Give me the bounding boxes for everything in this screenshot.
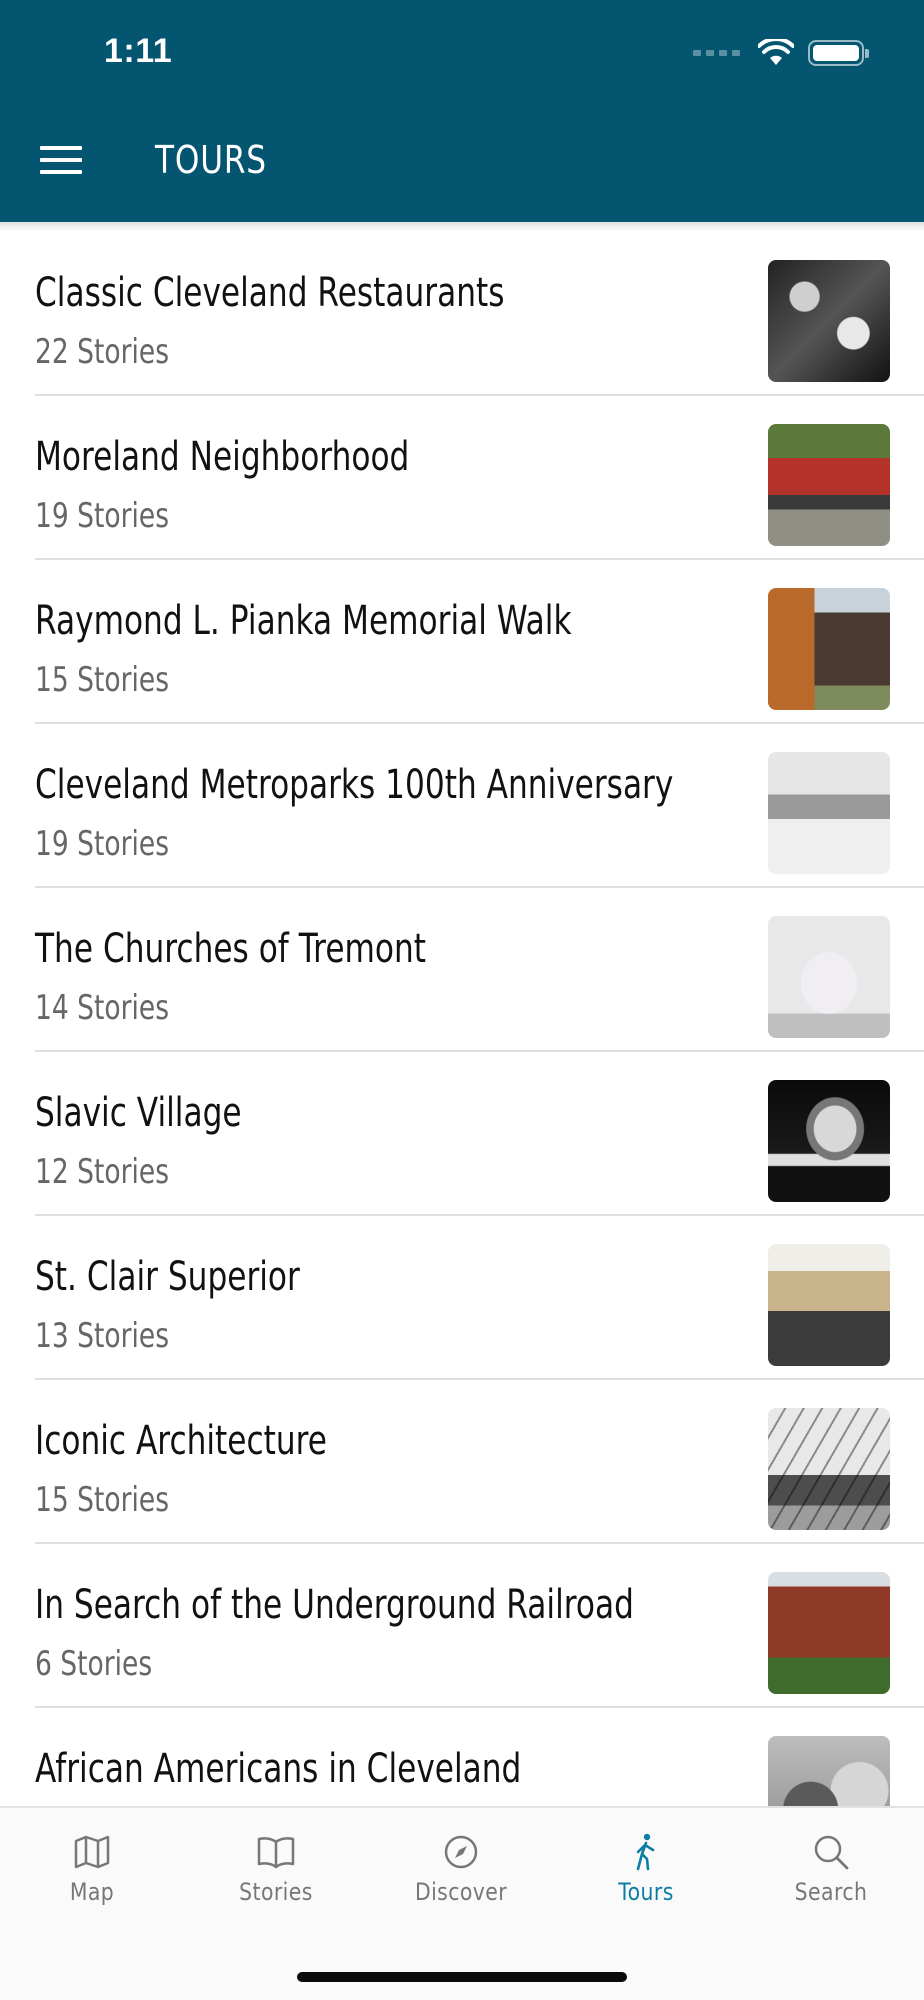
status-icons [693, 38, 869, 68]
list-item[interactable]: African Americans in Cleveland [0, 1708, 924, 1806]
tour-story-count: 15 Stories [35, 660, 170, 700]
battery-icon [808, 40, 869, 66]
tour-story-count: 12 Stories [35, 1152, 170, 1192]
tour-story-count: 19 Stories [35, 824, 170, 864]
tour-thumbnail [768, 916, 890, 1038]
list-item[interactable]: The Churches of Tremont 14 Stories [0, 888, 924, 1052]
tour-thumbnail [768, 1408, 890, 1530]
tab-label: Search [794, 1878, 868, 1906]
header-shadow [0, 222, 924, 232]
list-item[interactable]: In Search of the Underground Railroad 6 … [0, 1544, 924, 1708]
tour-story-count: 22 Stories [35, 332, 170, 372]
tab-stories[interactable]: Stories [216, 1832, 336, 1906]
compass-icon [444, 1835, 478, 1869]
tour-thumbnail [768, 424, 890, 546]
tour-thumbnail [768, 1080, 890, 1202]
tab-map[interactable]: Map [32, 1832, 152, 1906]
tour-story-count: 13 Stories [35, 1316, 170, 1356]
list-item[interactable]: Iconic Architecture 15 Stories [0, 1380, 924, 1544]
list-item[interactable]: Classic Cleveland Restaurants 22 Stories [0, 232, 924, 396]
tour-thumbnail [768, 1736, 890, 1806]
tour-story-count: 15 Stories [35, 1480, 170, 1520]
tab-label: Discover [414, 1878, 508, 1906]
status-time: 1:11 [104, 32, 173, 70]
tour-thumbnail [768, 1244, 890, 1366]
walking-icon [636, 1833, 655, 1871]
list-item[interactable]: Raymond L. Pianka Memorial Walk 15 Stori… [0, 560, 924, 724]
tab-label: Stories [239, 1878, 313, 1906]
tour-list: Classic Cleveland Restaurants 22 Stories… [0, 232, 924, 1806]
tour-thumbnail [768, 1572, 890, 1694]
tour-title: Raymond L. Pianka Memorial Walk [35, 598, 572, 644]
tour-title: Classic Cleveland Restaurants [35, 270, 505, 316]
tour-title: In Search of the Underground Railroad [35, 1582, 634, 1628]
tour-title: The Churches of Tremont [35, 926, 427, 972]
list-item[interactable]: Cleveland Metroparks 100th Anniversary 1… [0, 724, 924, 888]
tab-bar: Map Stories Discover Tours Search [0, 1806, 924, 2000]
home-indicator [297, 1972, 627, 1982]
tour-title: Slavic Village [35, 1090, 242, 1136]
menu-icon[interactable] [40, 146, 82, 178]
book-icon [257, 1837, 295, 1869]
tour-thumbnail [768, 588, 890, 710]
tour-story-count: 6 Stories [35, 1644, 153, 1684]
tour-title: African Americans in Cleveland [35, 1746, 522, 1792]
tour-title: Moreland Neighborhood [35, 434, 410, 480]
tab-tours[interactable]: Tours [586, 1832, 706, 1906]
tab-search[interactable]: Search [771, 1832, 891, 1906]
cellular-signal-icon [693, 50, 740, 56]
list-item[interactable]: Slavic Village 12 Stories [0, 1052, 924, 1216]
tour-story-count: 19 Stories [35, 496, 170, 536]
app-header: 1:11 TOURS [0, 0, 924, 222]
tour-thumbnail [768, 752, 890, 874]
tab-label: Tours [618, 1878, 674, 1906]
tab-discover[interactable]: Discover [401, 1832, 521, 1906]
tour-title: Cleveland Metroparks 100th Anniversary [35, 762, 674, 808]
list-item[interactable]: St. Clair Superior 13 Stories [0, 1216, 924, 1380]
search-icon [814, 1835, 849, 1870]
tour-story-count: 14 Stories [35, 988, 170, 1028]
tab-label: Map [69, 1878, 115, 1906]
page-title: TOURS [155, 138, 267, 182]
tour-title: Iconic Architecture [35, 1418, 327, 1464]
list-item[interactable]: Moreland Neighborhood 19 Stories [0, 396, 924, 560]
tour-title: St. Clair Superior [35, 1254, 300, 1300]
map-icon [74, 1835, 110, 1869]
tour-thumbnail [768, 260, 890, 382]
wifi-icon [758, 39, 794, 65]
